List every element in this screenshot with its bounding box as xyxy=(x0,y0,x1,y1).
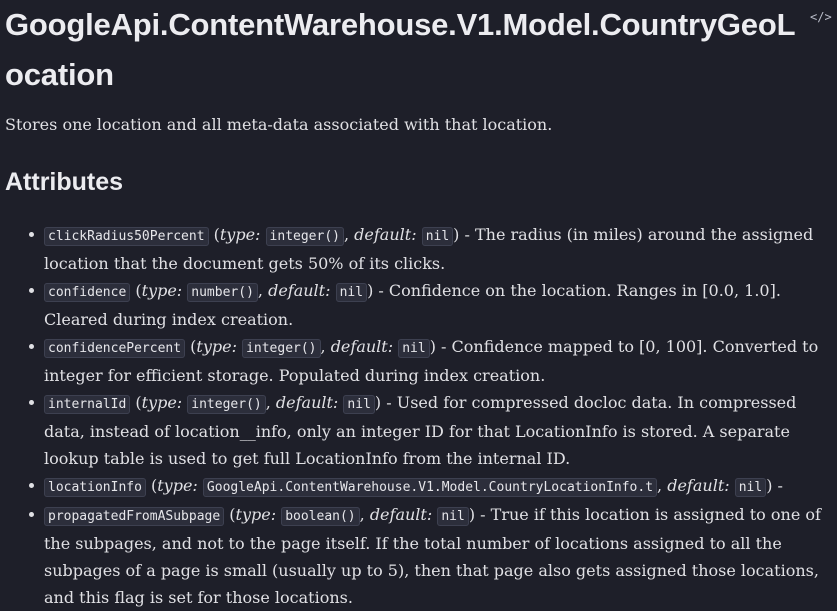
type-label: type: xyxy=(157,476,198,495)
default-label: default: xyxy=(369,505,433,524)
default-label: default: xyxy=(354,225,417,244)
attribute-type[interactable]: number() xyxy=(187,283,258,302)
attributes-heading: Attributes xyxy=(5,168,124,196)
attribute-default: nil xyxy=(437,507,469,526)
attribute-default: nil xyxy=(335,283,368,302)
attribute-item: internalId (type: integer(), default: ni… xyxy=(29,389,832,472)
attribute-default: nil xyxy=(734,478,767,497)
attribute-name[interactable]: propagatedFromASubpage xyxy=(44,507,225,526)
default-label: default: xyxy=(667,476,730,495)
doc-page: GoogleApi.ContentWarehouse.V1.Model.Coun… xyxy=(5,0,833,607)
attribute-type[interactable]: integer() xyxy=(242,339,321,358)
attribute-name[interactable]: clickRadius50Percent xyxy=(44,227,209,246)
attribute-type[interactable]: boolean() xyxy=(281,507,360,526)
view-source-link[interactable]: </> xyxy=(810,10,832,24)
attribute-item: propagatedFromASubpage (type: boolean(),… xyxy=(29,501,832,611)
attribute-item: locationInfo (type: GoogleApi.ContentWar… xyxy=(29,472,832,501)
default-label: default: xyxy=(268,281,331,300)
attribute-type[interactable]: integer() xyxy=(187,395,266,414)
attribute-type[interactable]: GoogleApi.ContentWarehouse.V1.Model.Coun… xyxy=(202,478,658,497)
attribute-item: confidence (type: number(), default: nil… xyxy=(29,277,832,333)
type-label: type: xyxy=(196,337,237,356)
attribute-item: clickRadius50Percent (type: integer(), d… xyxy=(29,221,832,277)
attribute-name[interactable]: locationInfo xyxy=(44,478,146,497)
page-title: GoogleApi.ContentWarehouse.V1.Model.Coun… xyxy=(5,7,796,92)
attributes-list: clickRadius50Percent (type: integer(), d… xyxy=(5,221,832,611)
attribute-name[interactable]: internalId xyxy=(44,395,131,414)
default-label: default: xyxy=(330,337,394,356)
type-label: type: xyxy=(235,505,277,524)
attribute-default: nil xyxy=(421,227,454,246)
type-label: type: xyxy=(141,281,183,300)
default-label: default: xyxy=(275,393,339,412)
attribute-name[interactable]: confidencePercent xyxy=(44,339,186,358)
attribute-item: confidencePercent (type: integer(), defa… xyxy=(29,333,832,389)
attribute-description: - xyxy=(772,476,783,495)
attribute-name[interactable]: confidence xyxy=(44,283,131,302)
attribute-type[interactable]: integer() xyxy=(265,227,344,246)
attribute-default: nil xyxy=(343,395,375,414)
attribute-default: nil xyxy=(398,339,430,358)
type-label: type: xyxy=(219,225,261,244)
module-summary: Stores one location and all meta-data as… xyxy=(5,115,553,134)
type-label: type: xyxy=(141,393,183,412)
